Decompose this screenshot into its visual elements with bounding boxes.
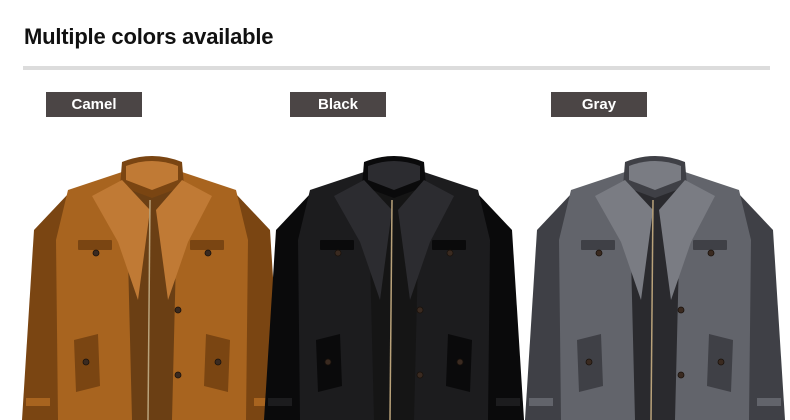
coat-button [585,358,593,366]
left-cuff-tab [529,398,553,406]
coat-button [707,249,715,257]
coat-button [204,249,212,257]
coat-button [214,358,222,366]
color-option-gray[interactable]: Gray [525,92,785,420]
coat-button [456,358,464,366]
left-cuff-tab [26,398,50,406]
color-label: Gray [551,92,647,117]
coat-button [174,306,182,314]
right-cuff-tab [496,398,520,406]
coat-button [174,371,182,379]
left-chest-pocket [581,240,615,250]
left-chest-pocket [78,240,112,250]
coat-image [264,156,524,420]
right-chest-pocket [432,240,466,250]
coat-button [416,306,424,314]
color-label: Camel [46,92,142,117]
coat-button [677,306,685,314]
coat-image [22,156,282,420]
title-divider [23,66,770,70]
coat-button [416,371,424,379]
color-label: Black [290,92,386,117]
coat-button [92,249,100,257]
coat-button [446,249,454,257]
right-chest-pocket [190,240,224,250]
page-title: Multiple colors available [24,24,274,49]
left-cuff-tab [268,398,292,406]
coat-button [334,249,342,257]
right-chest-pocket [693,240,727,250]
right-cuff-tab [757,398,781,406]
color-option-black[interactable]: Black [264,92,524,420]
coat-image [525,156,785,420]
coat-button [595,249,603,257]
color-option-camel[interactable]: Camel [22,92,282,420]
coat-button [677,371,685,379]
left-chest-pocket [320,240,354,250]
coat-button [82,358,90,366]
coat-button [717,358,725,366]
coat-button [324,358,332,366]
